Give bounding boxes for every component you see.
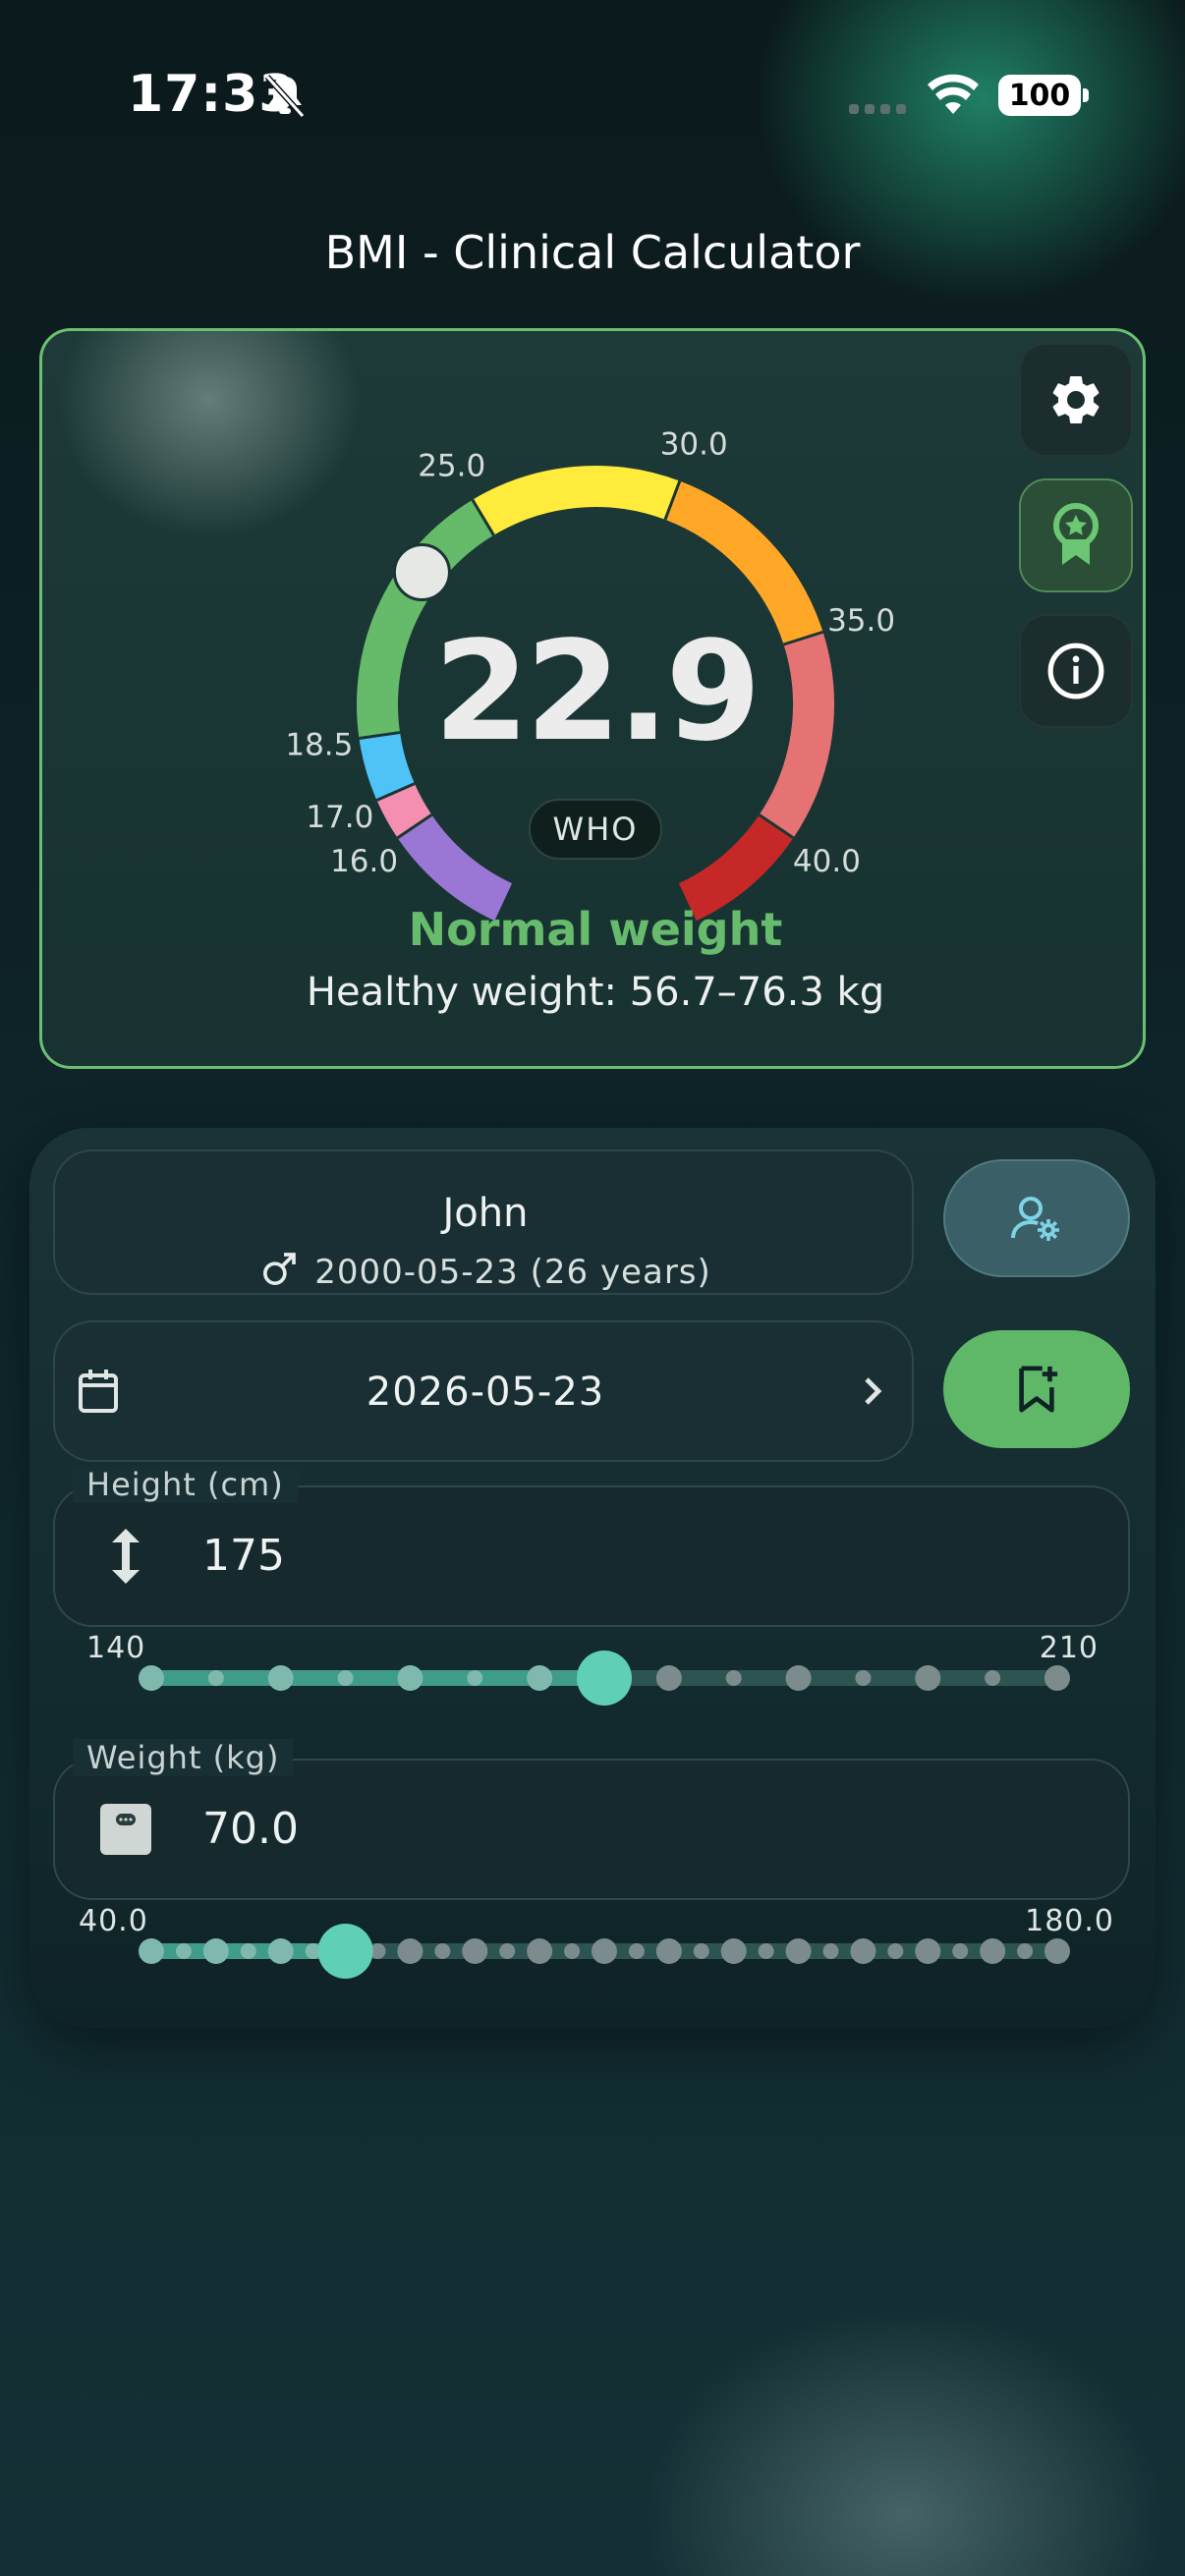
height-label: Height (cm): [73, 1466, 298, 1503]
slider-tick: [397, 1938, 423, 1964]
info-icon: [1047, 643, 1104, 700]
slider-tick: [655, 1665, 682, 1691]
slider-tick: [915, 1665, 941, 1691]
slider-tick: [915, 1938, 941, 1964]
slider-tick: [467, 1670, 483, 1686]
gauge-tick-label: 40.0: [793, 844, 861, 879]
gauge-tick-label: 30.0: [660, 426, 728, 462]
healthy-weight-range: Healthy weight: 56.7–76.3 kg: [306, 970, 885, 1015]
slider-tick: [207, 1670, 224, 1686]
info-button[interactable]: [1019, 614, 1133, 728]
slider-tick: [1044, 1938, 1070, 1964]
gauge-tick-label: 25.0: [418, 449, 485, 484]
cellular-signal-icon: [849, 104, 906, 114]
weight-field[interactable]: Weight (kg) 70.0: [53, 1739, 1130, 1900]
scale-icon: [100, 1804, 151, 1855]
slider-tick: [822, 1943, 839, 1959]
award-button[interactable]: [1019, 478, 1133, 592]
slider-tick: [758, 1943, 774, 1959]
input-panel: John 2000-05-23 (26 years) 2026-05-23 He…: [29, 1128, 1156, 2028]
slider-tick: [139, 1665, 164, 1691]
slider-tick: [850, 1938, 876, 1964]
slider-tick: [693, 1943, 709, 1959]
slider-tick: [202, 1938, 229, 1964]
patient-birthdate-age: 2000-05-23 (26 years): [314, 1253, 711, 1292]
slider-tick: [887, 1943, 904, 1959]
save-bookmark-button[interactable]: [943, 1330, 1130, 1448]
measurement-date: 2026-05-23: [366, 1370, 605, 1415]
battery-indicator: 100: [998, 75, 1089, 116]
slider-tick: [1017, 1943, 1034, 1959]
slider-tick: [1044, 1665, 1070, 1691]
weight-label: Weight (kg): [73, 1739, 294, 1776]
slider-tick: [720, 1938, 747, 1964]
height-field[interactable]: Height (cm) 175: [53, 1466, 1130, 1627]
weight-slider[interactable]: [118, 1922, 1091, 1981]
height-slider[interactable]: [118, 1649, 1091, 1708]
slider-thumb[interactable]: [577, 1651, 632, 1706]
user-settings-icon: [1011, 1197, 1059, 1241]
slider-tick: [397, 1665, 423, 1691]
gauge-segment-7: [678, 814, 794, 922]
slider-tick: [267, 1938, 294, 1964]
gauge-segment-1: [376, 783, 432, 838]
slider-tick: [527, 1938, 553, 1964]
slider-tick: [592, 1938, 617, 1964]
gauge-pointer: [392, 542, 451, 601]
height-value: 175: [202, 1531, 285, 1581]
slider-tick: [564, 1943, 581, 1959]
settings-button[interactable]: [1019, 343, 1133, 457]
bmi-gauge-card: 16.0 17.0 18.5 25.0 30.0 35.0 40.0 22.9 WHO No…: [39, 328, 1146, 1069]
gauge-tick-label: 17.0: [306, 800, 373, 835]
slider-tick: [628, 1943, 645, 1959]
slider-tick: [985, 1670, 1001, 1686]
patient-profile[interactable]: John 2000-05-23 (26 years): [53, 1149, 914, 1295]
slider-tick: [337, 1670, 354, 1686]
status-bar: 17:33 100: [0, 0, 1185, 196]
app-title: BMI - Clinical Calculator: [324, 226, 861, 279]
award-icon: [1053, 503, 1099, 565]
slider-tick: [267, 1665, 294, 1691]
chevron-right-icon: [865, 1377, 882, 1405]
bmi-category: Normal weight: [408, 903, 783, 956]
slider-thumb[interactable]: [317, 1924, 373, 1979]
slider-tick: [980, 1938, 1006, 1964]
slider-tick: [785, 1938, 812, 1964]
bmi-value: 22.9: [433, 612, 761, 772]
slider-tick: [462, 1938, 488, 1964]
slider-tick: [855, 1670, 872, 1686]
slider-tick: [527, 1665, 553, 1691]
standard-badge[interactable]: WHO: [529, 799, 662, 860]
slider-tick: [139, 1938, 164, 1964]
gauge-segment-4: [472, 466, 680, 535]
slider-tick: [499, 1943, 516, 1959]
slider-tick: [655, 1938, 682, 1964]
slider-tick: [952, 1943, 969, 1959]
vertical-arrows-icon: [112, 1529, 140, 1584]
measurement-date-selector[interactable]: 2026-05-23: [53, 1320, 914, 1462]
gauge-tick-label: 16.0: [330, 844, 398, 879]
slider-tick: [785, 1665, 812, 1691]
gear-icon: [1052, 375, 1100, 424]
profile-settings-button[interactable]: [943, 1159, 1130, 1277]
bookmark-add-icon: [1019, 1366, 1058, 1413]
bell-muted-icon: [264, 74, 306, 119]
slider-tick: [434, 1943, 451, 1959]
patient-name: John: [442, 1191, 529, 1236]
wifi-icon: [928, 74, 979, 114]
male-icon: [263, 1253, 297, 1285]
slider-tick: [725, 1670, 742, 1686]
weight-value: 70.0: [202, 1804, 299, 1854]
slider-tick: [175, 1943, 192, 1959]
gauge-segment-0: [397, 814, 513, 922]
slider-tick: [240, 1943, 256, 1959]
